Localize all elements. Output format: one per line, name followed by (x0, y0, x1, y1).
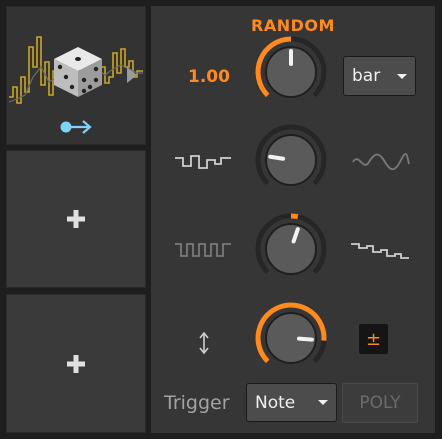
trigger-select-value: Note (255, 392, 296, 413)
trigger-select[interactable]: Note (246, 383, 337, 422)
slot-empty-2[interactable] (6, 150, 146, 288)
bipolar-button[interactable]: ± (359, 324, 388, 354)
dice-icon (54, 47, 102, 97)
smooth-wave-icon (352, 152, 410, 171)
knob-layer (255, 36, 327, 364)
chevron-down-icon (318, 400, 328, 405)
poly-label: POLY (359, 393, 401, 413)
modulation-arrow-icon[interactable] (59, 118, 95, 136)
amount-knob[interactable] (255, 36, 327, 98)
poly-button[interactable]: POLY (342, 383, 418, 423)
descending-steps-icon (351, 243, 409, 259)
plus-icon[interactable] (67, 210, 85, 228)
play-triangle-icon (127, 67, 137, 83)
slot-empty-3[interactable] (6, 294, 146, 433)
slew-knob[interactable] (255, 302, 327, 364)
trigger-label: Trigger (164, 392, 230, 414)
smooth-knob[interactable] (255, 124, 327, 186)
square-wave-icon (175, 243, 231, 257)
random-device-panel: RANDOM 1.00 bar ± Trigger Note POLY (151, 6, 435, 433)
quantize-knob[interactable] (255, 213, 327, 275)
up-down-arrows-icon[interactable] (197, 331, 211, 355)
plus-icon[interactable] (67, 354, 85, 373)
slot-random-preview[interactable] (6, 6, 146, 145)
stepped-wave-icon (175, 155, 231, 169)
bipolar-label: ± (365, 328, 382, 350)
